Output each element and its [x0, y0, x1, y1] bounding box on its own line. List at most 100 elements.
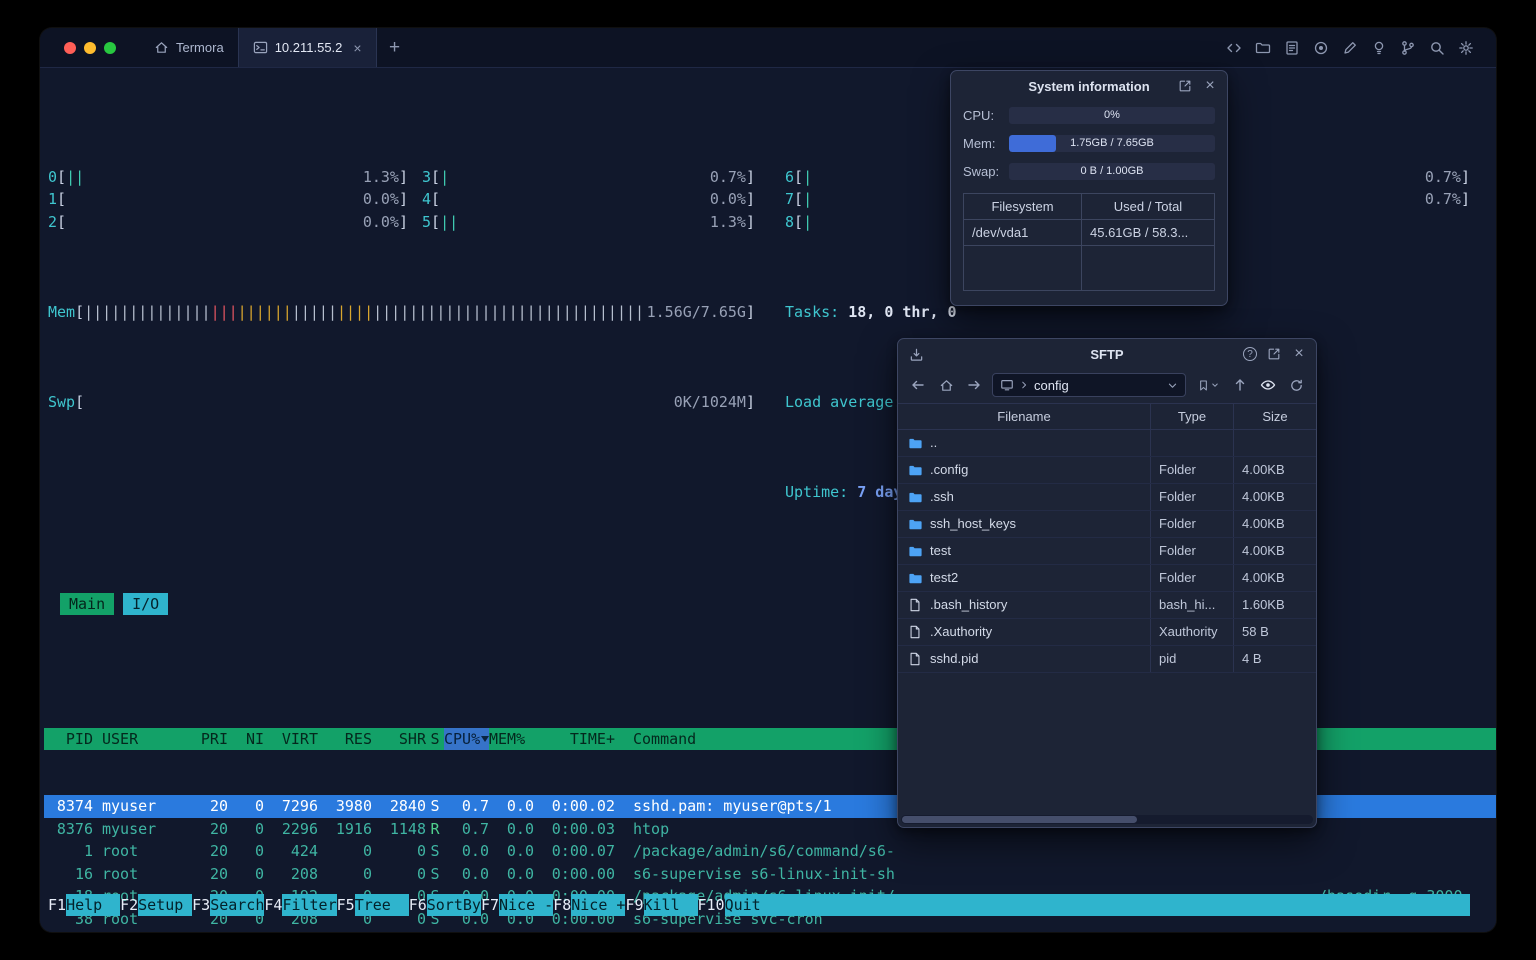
folder-icon[interactable]	[1254, 39, 1271, 56]
file-row-test[interactable]: test Folder 4.00KB	[898, 538, 1316, 565]
home-icon[interactable]	[936, 375, 956, 395]
close-icon[interactable]: ×	[1202, 78, 1218, 94]
bookmark-icon[interactable]	[1194, 375, 1222, 395]
swap-usage-text: 0K/1024M	[673, 392, 746, 411]
open-in-window-icon[interactable]	[1266, 346, 1282, 362]
folder-icon	[908, 436, 923, 451]
file-row-.config[interactable]: .config Folder 4.00KB	[898, 457, 1316, 484]
filesystem-usage: 45.61GB / 58.3...	[1090, 225, 1189, 240]
file-row-sshd.pid[interactable]: sshd.pid pid 4 B	[898, 646, 1316, 673]
process-row-1[interactable]: 1 root 20 0 424 0 0 S 0.0 0.0 0:00.07/package/admi…	[44, 840, 1496, 863]
tab-ssh-session[interactable]: 10.211.55.2 ×	[237, 28, 377, 67]
process-row-16[interactable]: 16 root 20 0 208 0 0 S 0.0 0.0 0:00.00 s6-supervise…	[44, 863, 1496, 886]
refresh-icon[interactable]	[1286, 375, 1306, 395]
sort-descending-icon	[481, 736, 490, 742]
col-res[interactable]: RES	[318, 728, 372, 751]
event-log-icon[interactable]	[1283, 39, 1300, 56]
col-pid[interactable]: PID	[48, 728, 93, 751]
col-size[interactable]: Size	[1233, 404, 1316, 429]
zoom-window-button[interactable]	[104, 41, 116, 54]
cpu-meter-3: 3[| 0.7%]	[422, 167, 755, 186]
traffic-lights	[40, 28, 140, 67]
filesystem-row[interactable]: /dev/vda1 45.61GB / 58.3...	[964, 220, 1214, 246]
function-key-F6[interactable]: F6 SortBy	[409, 893, 481, 916]
file-icon	[908, 625, 923, 640]
parent-directory-icon[interactable]	[1230, 375, 1250, 395]
col-ni[interactable]: NI	[228, 728, 264, 751]
edit-icon[interactable]	[1341, 39, 1358, 56]
col-pri[interactable]: PRI	[192, 728, 228, 751]
new-tab-button[interactable]: +	[377, 28, 413, 67]
file-table: Filename Type Size .. .config Folder 4.00KB…	[898, 403, 1316, 673]
file-row-.Xauthority[interactable]: .Xauthority Xauthority 58 B	[898, 619, 1316, 646]
close-icon[interactable]: ×	[1291, 346, 1307, 362]
process-row-39[interactable]: 39root20020800S0.00.00:00.00s6-supervise…	[44, 930, 1496, 932]
function-key-F1[interactable]: F1 Help	[48, 893, 121, 916]
close-tab-icon[interactable]: ×	[353, 41, 361, 55]
sftp-panel: SFTP ? × config Filename Type Size .. .c…	[897, 338, 1317, 828]
htop-tab-io[interactable]: I/O	[123, 592, 169, 615]
cpu-meter-4: 4[0.0%]	[422, 190, 755, 208]
terminal-icon	[253, 40, 268, 55]
git-branch-icon[interactable]	[1399, 39, 1416, 56]
file-row-.bash_history[interactable]: .bash_history bash_hi... 1.60KB	[898, 592, 1316, 619]
col-shr[interactable]: SHR	[372, 728, 426, 751]
col-user[interactable]: USER	[102, 728, 192, 751]
open-in-window-icon[interactable]	[1177, 78, 1193, 94]
col-filesystem: Filesystem	[964, 194, 1082, 219]
bookmark-caret-icon	[1212, 383, 1218, 387]
function-key-F7[interactable]: F7 Nice -	[481, 893, 554, 916]
col-state[interactable]: S	[426, 728, 444, 751]
col-mem[interactable]: MEM%	[489, 728, 534, 751]
col-virt[interactable]: VIRT	[264, 728, 318, 751]
current-directory[interactable]: config	[1034, 378, 1069, 393]
minimize-window-button[interactable]	[84, 41, 96, 54]
file-row-ssh_host_keys[interactable]: ssh_host_keys Folder 4.00KB	[898, 511, 1316, 538]
close-window-button[interactable]	[64, 41, 76, 54]
file-row-test2[interactable]: test2 Folder 4.00KB	[898, 565, 1316, 592]
htop-tab-main[interactable]: Main	[60, 592, 115, 615]
tasks-label: Tasks:	[785, 302, 849, 321]
function-key-F3[interactable]: F3 Search	[192, 893, 265, 916]
file-row-.ssh[interactable]: .ssh Folder 4.00KB	[898, 484, 1316, 511]
file-icon	[908, 598, 923, 613]
search-icon[interactable]	[1428, 39, 1445, 56]
help-icon[interactable]: ?	[1243, 347, 1257, 361]
show-hidden-files-icon[interactable]	[1258, 375, 1278, 395]
col-time[interactable]: TIME+	[534, 728, 615, 751]
cpu-meter-0: 0[|| 1.3%]	[48, 167, 408, 186]
download-icon[interactable]	[908, 346, 924, 362]
mem-line: Mem[||||||||||||||||||||||||||||||||||||…	[48, 301, 1470, 324]
back-icon[interactable]	[908, 375, 928, 395]
bulb-icon[interactable]	[1370, 39, 1387, 56]
load-average-label: Load average:	[785, 392, 912, 411]
horizontal-scrollbar[interactable]	[901, 815, 1313, 824]
folder-icon	[908, 544, 923, 559]
tab-session-label: 10.211.55.2	[274, 40, 343, 55]
path-breadcrumb-field[interactable]: config	[992, 373, 1186, 397]
function-key-F4[interactable]: F4 Filter	[264, 893, 337, 916]
screen-record-icon[interactable]	[1312, 39, 1329, 56]
tab-home[interactable]: Termora	[140, 28, 238, 67]
file-rows: .. .config Folder 4.00KB .ssh Folder 4.00KB ssh…	[898, 430, 1316, 673]
scrollbar-thumb[interactable]	[902, 816, 1137, 823]
col-filename[interactable]: Filename	[898, 404, 1150, 429]
system-information-titlebar: System information ×	[951, 71, 1227, 101]
settings-gear-icon[interactable]	[1457, 39, 1474, 56]
function-key-F8[interactable]: F8 Nice +	[553, 893, 626, 916]
folder-icon	[908, 463, 923, 478]
filesystem-table-header: Filesystem Used / Total	[964, 194, 1214, 220]
chevron-down-icon[interactable]	[1167, 380, 1178, 391]
file-row-parent[interactable]: ..	[898, 430, 1316, 457]
function-key-F2[interactable]: F2 Setup	[120, 893, 193, 916]
function-key-F5[interactable]: F5 Tree	[337, 893, 409, 916]
folder-icon	[908, 517, 923, 532]
col-type[interactable]: Type	[1150, 404, 1233, 429]
forward-icon[interactable]	[964, 375, 984, 395]
function-key-F10[interactable]: F10 Quit	[698, 893, 779, 916]
stat-cpu: CPU: 0%	[951, 101, 1227, 129]
computer-icon	[1000, 378, 1014, 392]
col-cpu-sorted[interactable]: CPU%	[444, 727, 490, 750]
code-icon[interactable]	[1225, 39, 1242, 56]
function-key-F9[interactable]: F9 Kill	[625, 893, 698, 916]
